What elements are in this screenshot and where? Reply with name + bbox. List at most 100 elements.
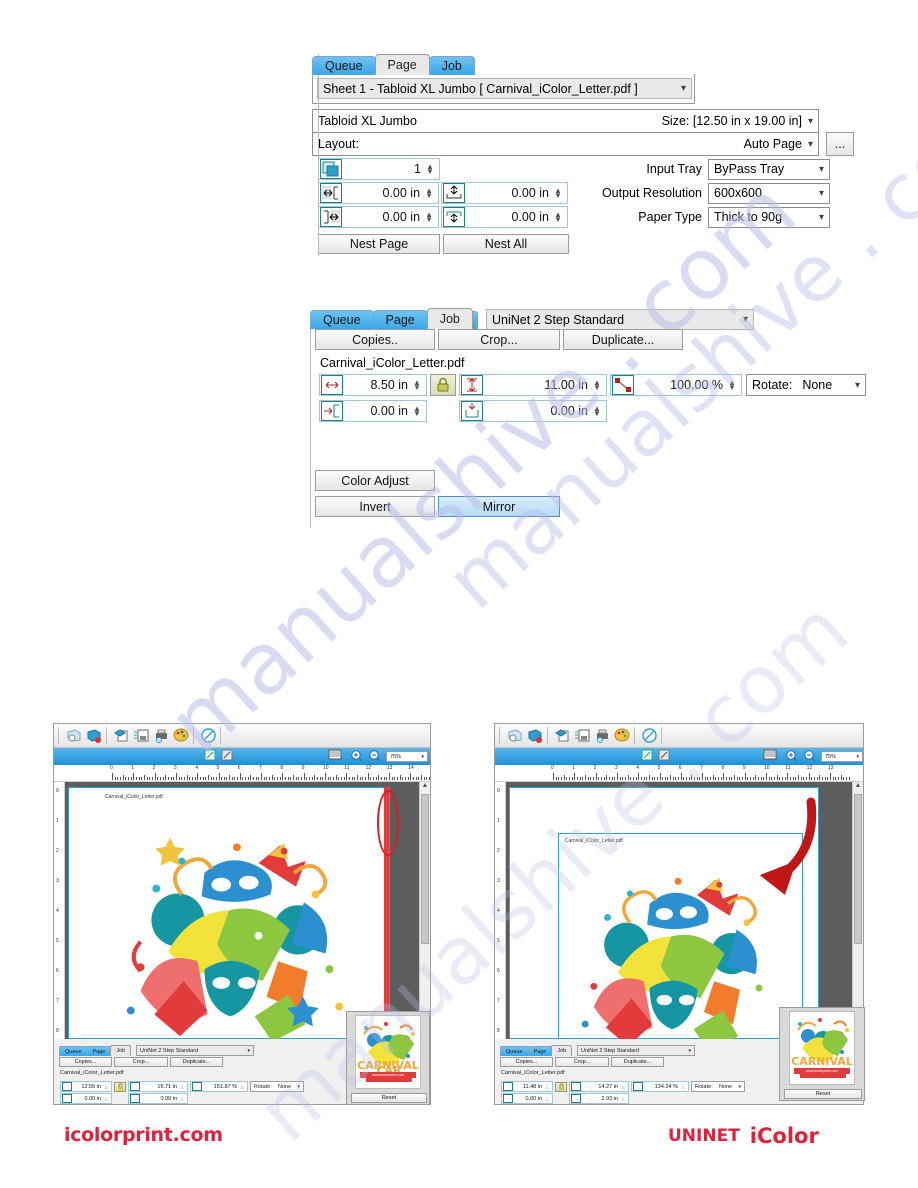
color-adjust-button[interactable]: Color Adjust [315, 470, 435, 491]
rotate-combo[interactable]: Rotate: None ▾ [746, 374, 866, 396]
copy-job-icon[interactable] [113, 727, 130, 744]
nest-page-button[interactable]: Nest Page [318, 234, 440, 254]
add-job-icon[interactable] [507, 727, 524, 744]
output-resolution-combo[interactable]: 600x600 ▾ [708, 182, 830, 204]
scale-stepper[interactable]: 100.00 % ▲ ▼ [610, 374, 742, 396]
mini-tab-page[interactable]: Page [86, 1046, 112, 1056]
layout-combo[interactable]: Layout: Auto Page ▾ [312, 132, 819, 156]
right-mini-offset-y-stepper[interactable]: 2.93 in △ [569, 1093, 629, 1104]
spinner-arrows[interactable]: △ [103, 1084, 109, 1089]
right-mini-crop-button[interactable]: Crop... [555, 1057, 609, 1067]
copies-stepper[interactable]: 1 ▲ ▼ [318, 158, 440, 180]
zoom-in-icon[interactable] [350, 749, 363, 765]
margin-bottom-stepper[interactable]: 0.00 in ▲ ▼ [441, 206, 568, 228]
fit-page-icon[interactable] [763, 749, 777, 765]
mini-tab-job[interactable]: Job [551, 1045, 573, 1056]
spinner-arrows[interactable]: △ [620, 1096, 626, 1101]
tab-job[interactable]: Job [428, 56, 475, 75]
tab-queue[interactable]: Queue [310, 310, 374, 329]
delete-job-icon[interactable] [527, 727, 544, 744]
color-palette-icon[interactable] [614, 727, 631, 744]
copies-button[interactable]: Copies.. [315, 329, 435, 350]
input-tray-combo[interactable]: ByPass Tray ▾ [708, 158, 830, 180]
height-stepper[interactable]: 11.00 in ▲ ▼ [459, 374, 607, 396]
scale-spinner-arrows[interactable]: ▲ ▼ [726, 379, 738, 392]
color-palette-icon[interactable] [173, 727, 190, 744]
left-mini-height-stepper[interactable]: 16.71 in △ [128, 1081, 188, 1092]
right-mini-lock-button[interactable] [555, 1081, 567, 1092]
offset-y-spinner-arrows[interactable]: ▲ ▼ [591, 405, 603, 418]
spinner-arrows[interactable]: △ [239, 1084, 245, 1089]
right-scroll-thumb[interactable] [854, 794, 862, 944]
cancel-icon[interactable] [200, 727, 217, 744]
spinner-arrows[interactable]: △ [680, 1084, 686, 1089]
right-preview-canvas[interactable]: 012345678 Carnival_iColor_Letter.pdf ▲ [495, 782, 863, 1039]
mini-tab-queue[interactable]: Queue [59, 1046, 88, 1056]
left-mini-offset-y-stepper[interactable]: 0.00 in △ [128, 1093, 188, 1104]
left-mini-duplicate-button[interactable]: Duplicate... [170, 1057, 223, 1067]
select-tool-icon[interactable] [641, 749, 654, 765]
margin-top-spinner-arrows[interactable]: ▲ ▼ [552, 187, 564, 200]
pan-tool-icon[interactable] [658, 749, 671, 765]
offset-y-stepper[interactable]: 0.00 in ▲ ▼ [459, 400, 607, 422]
tab-page[interactable]: Page [374, 54, 430, 75]
left-mini-rotate-combo[interactable]: Rotate: None ▾ [250, 1081, 304, 1092]
fit-page-icon[interactable] [328, 749, 342, 765]
tab-page[interactable]: Page [372, 310, 428, 329]
right-mini-width-stepper[interactable]: 11.48 in △ [501, 1081, 553, 1092]
copies-spinner-arrows[interactable]: ▲ ▼ [424, 163, 436, 176]
margin-left-spinner-arrows[interactable]: ▲ ▼ [423, 187, 435, 200]
mini-tab-page[interactable]: Page [527, 1046, 553, 1056]
right-mini-height-stepper[interactable]: 14.27 in △ [569, 1081, 629, 1092]
left-page-sheet[interactable]: Carnival_iColor_Letter.pdf [68, 787, 390, 1039]
mini-tab-queue[interactable]: Queue [500, 1046, 529, 1056]
mini-tab-job[interactable]: Job [110, 1045, 132, 1056]
offset-x-stepper[interactable]: 0.00 in ▲ ▼ [319, 400, 427, 422]
left-mini-width-stepper[interactable]: 12.55 in △ [60, 1081, 112, 1092]
width-spinner-arrows[interactable]: ▲ ▼ [411, 379, 423, 392]
margin-top-stepper[interactable]: 0.00 in ▲ ▼ [441, 182, 568, 204]
right-reset-button[interactable]: Reset [784, 1089, 862, 1099]
left-reset-button[interactable]: Reset [351, 1093, 427, 1103]
right-mini-scale-stepper[interactable]: 134.24 % △ [631, 1081, 689, 1092]
scroll-up-arrow-icon[interactable]: ▲ [420, 782, 430, 789]
zoom-out-icon[interactable] [368, 749, 381, 765]
zoom-level-combo[interactable]: 75% ▾ [386, 751, 428, 762]
zoom-out-icon[interactable] [803, 749, 816, 765]
left-mini-crop-button[interactable]: Crop... [114, 1057, 168, 1067]
left-preview-canvas[interactable]: 012345678 Carnival_iColor_Letter.pdf ▲ [54, 782, 430, 1039]
invert-button[interactable]: Invert [315, 496, 435, 517]
sheet-selector-combo[interactable]: Sheet 1 - Tabloid XL Jumbo [ Carnival_iC… [317, 78, 692, 99]
left-mini-copies-button[interactable]: Copies... [59, 1057, 112, 1067]
right-mini-copies-button[interactable]: Copies... [500, 1057, 553, 1067]
right-mini-offset-x-stepper[interactable]: 0.00 in △ [501, 1093, 553, 1104]
left-vertical-scrollbar[interactable]: ▲ [419, 782, 430, 1039]
left-mini-offset-x-stepper[interactable]: 0.00 in △ [60, 1093, 112, 1104]
left-mini-profile-combo[interactable]: UniNet 2 Step Standard ▾ [136, 1045, 254, 1056]
cancel-icon[interactable] [641, 727, 658, 744]
pan-tool-icon[interactable] [221, 749, 234, 765]
right-vertical-scrollbar[interactable]: ▲ [852, 782, 863, 1039]
right-mini-profile-combo[interactable]: UniNet 2 Step Standard ▾ [577, 1045, 695, 1056]
delete-job-icon[interactable] [86, 727, 103, 744]
nest-all-button[interactable]: Nest All [443, 234, 569, 254]
printer-icon[interactable] [594, 727, 611, 744]
mirror-button[interactable]: Mirror [438, 496, 560, 517]
spinner-arrows[interactable]: △ [544, 1084, 550, 1089]
right-mini-duplicate-button[interactable]: Duplicate... [611, 1057, 664, 1067]
margin-left-stepper[interactable]: 0.00 in ▲ ▼ [318, 182, 440, 204]
select-tool-icon[interactable] [204, 749, 217, 765]
width-stepper[interactable]: 8.50 in ▲ ▼ [319, 374, 427, 396]
margin-right-stepper[interactable]: 0.00 in ▲ ▼ [318, 206, 440, 228]
margin-bottom-spinner-arrows[interactable]: ▲ ▼ [552, 211, 564, 224]
properties-icon[interactable] [574, 727, 591, 744]
paper-type-combo[interactable]: Thick to 90g ▾ [708, 206, 830, 228]
spinner-arrows[interactable]: △ [544, 1096, 550, 1101]
tab-queue[interactable]: Queue [312, 56, 376, 75]
crop-button[interactable]: Crop... [438, 329, 560, 350]
scroll-up-arrow-icon[interactable]: ▲ [853, 782, 863, 789]
aspect-lock-button[interactable] [430, 374, 456, 396]
media-size-combo[interactable]: Tabloid XL Jumbo Size: [12.50 in x 19.00… [312, 109, 819, 133]
spinner-arrows[interactable]: △ [179, 1096, 185, 1101]
spinner-arrows[interactable]: △ [103, 1096, 109, 1101]
